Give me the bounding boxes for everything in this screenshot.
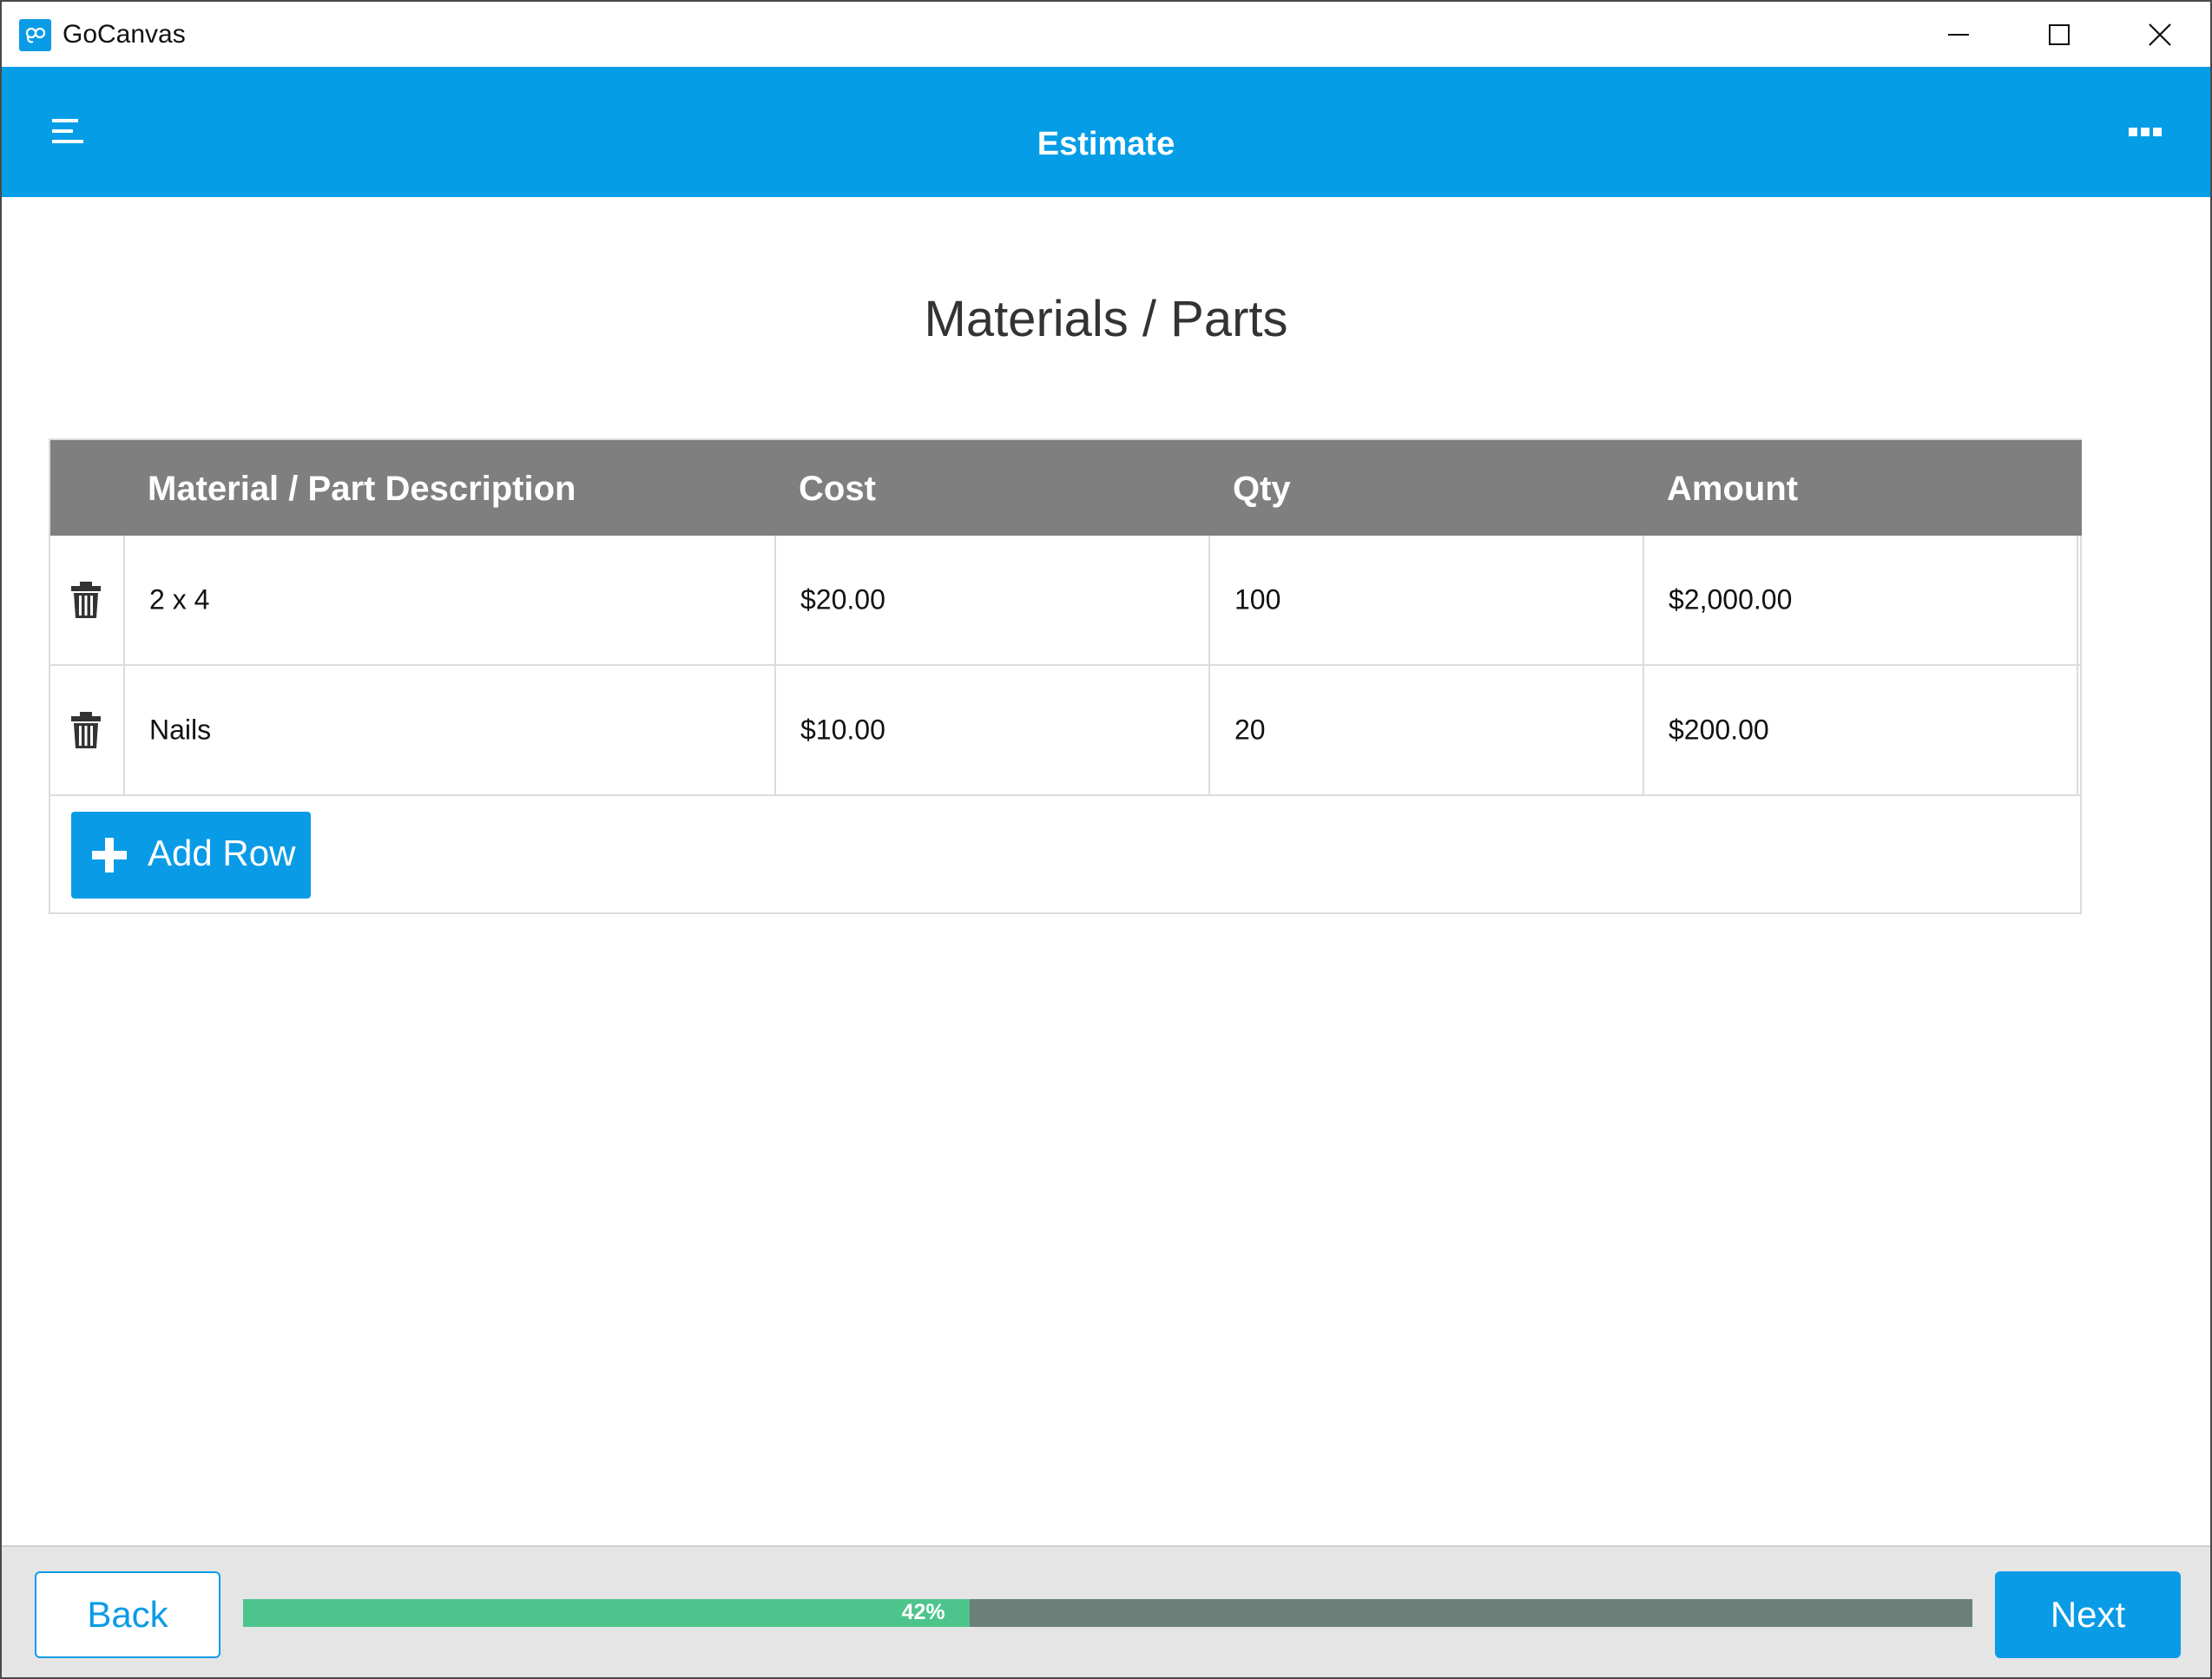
table-header: Material / Part Description Cost Qty Amo… — [50, 440, 2082, 536]
app-window: GoCanvas Estimate Materials / Parts Mate… — [0, 0, 2212, 1679]
progress-label: 42% — [901, 1600, 945, 1624]
gocanvas-logo-icon — [19, 19, 51, 51]
description-value: 2 x 4 — [149, 583, 210, 616]
description-value: Nails — [149, 714, 212, 746]
add-row-label: Add Row — [148, 833, 296, 873]
app-header: Estimate — [2, 67, 2210, 197]
amount-value: $200.00 — [1669, 714, 1769, 746]
close-button[interactable] — [2110, 2, 2210, 67]
progress-fill — [243, 1599, 970, 1627]
add-row-button[interactable]: Add Row — [71, 812, 311, 899]
column-header-description: Material / Part Description — [148, 470, 576, 508]
qty-cell[interactable]: 20 — [1210, 666, 1644, 794]
cost-value: $10.00 — [800, 714, 885, 746]
title-bar: GoCanvas — [2, 2, 2210, 67]
cost-cell[interactable]: $10.00 — [776, 666, 1210, 794]
footer-bar: Back 42% Next — [2, 1545, 2210, 1677]
plus-icon — [92, 838, 127, 872]
minimize-icon — [1948, 33, 1969, 36]
table-row: 2 x 4 $20.00 100 $2,000.00 — [50, 536, 2080, 666]
section-title: Materials / Parts — [924, 291, 1288, 347]
delete-row-button[interactable] — [50, 666, 125, 794]
delete-row-button[interactable] — [50, 536, 125, 664]
cost-cell[interactable]: $20.00 — [776, 536, 1210, 664]
description-cell[interactable]: 2 x 4 — [125, 536, 776, 664]
materials-table: Material / Part Description Cost Qty Amo… — [49, 438, 2082, 914]
amount-cell: $200.00 — [1644, 666, 2078, 794]
more-options-button[interactable] — [2122, 119, 2170, 145]
page-title: Estimate — [1037, 126, 1175, 162]
back-button[interactable]: Back — [35, 1571, 221, 1658]
column-header-amount: Amount — [1667, 470, 1799, 508]
qty-value: 20 — [1234, 714, 1266, 746]
trash-icon — [71, 582, 101, 618]
trash-icon — [71, 712, 101, 748]
maximize-icon — [2049, 23, 2070, 45]
column-header-qty: Qty — [1233, 470, 1291, 508]
column-header-cost: Cost — [799, 470, 876, 508]
maximize-button[interactable] — [2009, 2, 2110, 67]
amount-cell: $2,000.00 — [1644, 536, 2078, 664]
amount-value: $2,000.00 — [1669, 583, 1793, 616]
next-button[interactable]: Next — [1995, 1571, 2181, 1658]
progress-bar: 42% — [243, 1599, 1972, 1627]
close-icon — [2149, 23, 2171, 46]
app-title: GoCanvas — [63, 20, 186, 49]
more-options-icon — [2129, 128, 2162, 136]
qty-cell[interactable]: 100 — [1210, 536, 1644, 664]
qty-value: 100 — [1234, 583, 1281, 616]
minimize-button[interactable] — [1908, 2, 2009, 67]
cost-value: $20.00 — [800, 583, 885, 616]
table-row: Nails $10.00 20 $200.00 — [50, 666, 2080, 796]
description-cell[interactable]: Nails — [125, 666, 776, 794]
